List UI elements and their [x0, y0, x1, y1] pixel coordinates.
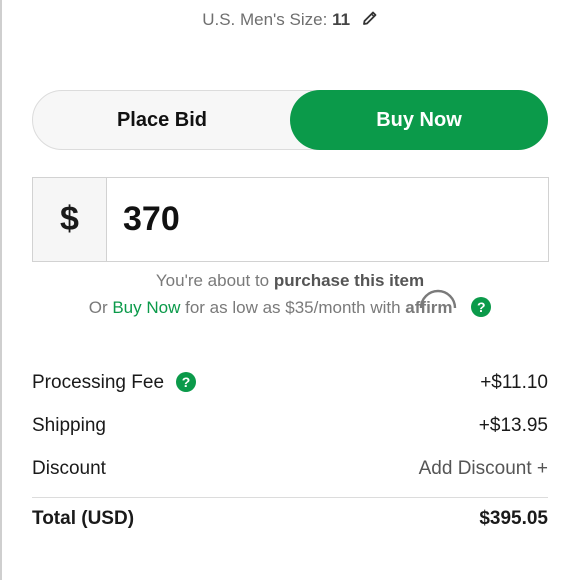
total-divider	[32, 497, 548, 498]
financing-text: for as low as $35/month with	[185, 298, 401, 317]
place-bid-tab[interactable]: Place Bid	[33, 90, 291, 150]
purchase-info-prefix: You're about to	[155, 271, 270, 290]
discount-row: Discount Add Discount +	[32, 458, 548, 488]
processing-fee-label-group: Processing Fee?	[32, 372, 197, 394]
processing-fee-row: Processing Fee? +$11.10	[32, 372, 548, 402]
total-row: Total (USD) $395.05	[32, 508, 548, 538]
currency-symbol: $	[33, 178, 107, 261]
affirm-arc-icon	[420, 289, 457, 309]
buy-now-tab[interactable]: Buy Now	[290, 90, 548, 150]
bid-buy-toggle: Place Bid Buy Now	[32, 90, 548, 150]
price-input[interactable]	[107, 178, 547, 261]
financing-prefix: Or	[88, 298, 108, 317]
question-circle-icon[interactable]: ?	[471, 297, 492, 317]
financing-info-line: Or Buy Now for as low as $35/month with …	[0, 289, 580, 318]
affirm-logo: affirm	[405, 289, 457, 317]
buy-now-link[interactable]: Buy Now	[112, 298, 180, 317]
price-input-group: $	[32, 177, 549, 262]
total-value: $395.05	[479, 508, 548, 529]
purchase-info-line: You're about to purchase this item	[0, 271, 580, 291]
size-row: U.S. Men's Size: 11	[0, 10, 580, 30]
discount-label: Discount	[32, 458, 106, 479]
size-label: U.S. Men's Size:	[202, 10, 328, 29]
shipping-label: Shipping	[32, 415, 106, 436]
processing-fee-label: Processing Fee	[32, 372, 165, 393]
add-discount-button[interactable]: Add Discount +	[419, 458, 548, 480]
question-circle-icon[interactable]: ?	[176, 372, 197, 392]
processing-fee-value: +$11.10	[480, 372, 548, 393]
purchase-info-bold: purchase this item	[273, 271, 425, 290]
size-value: 11	[332, 10, 351, 29]
shipping-row: Shipping +$13.95	[32, 415, 548, 445]
shipping-value: +$13.95	[478, 415, 548, 436]
total-label: Total (USD)	[32, 508, 135, 529]
pencil-icon[interactable]	[361, 10, 378, 27]
